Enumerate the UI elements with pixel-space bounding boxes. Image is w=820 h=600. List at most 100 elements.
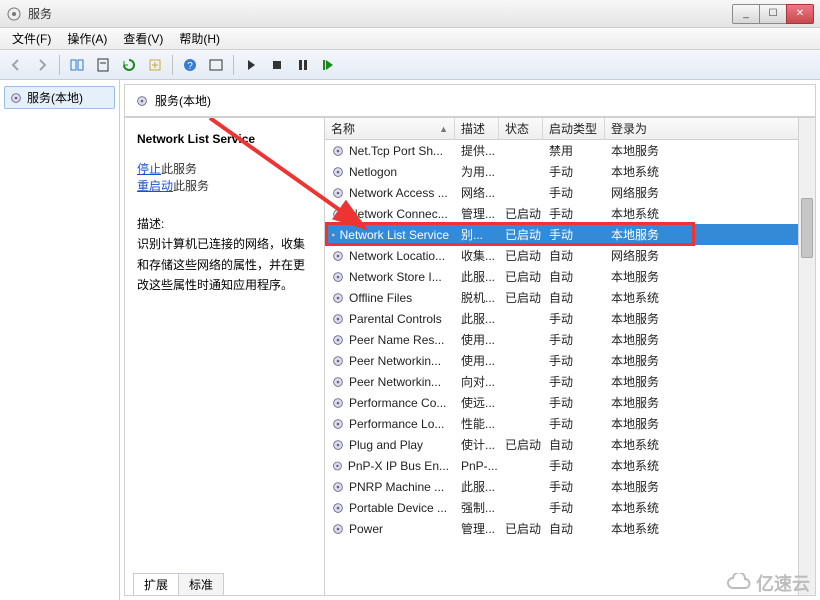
- refresh-button[interactable]: [117, 53, 141, 77]
- gear-icon: [331, 438, 345, 452]
- cell-startup: 手动: [543, 226, 605, 243]
- service-row[interactable]: Netlogon为用...手动本地系统: [325, 161, 815, 182]
- tree-node-services-local[interactable]: 服务(本地): [4, 86, 115, 109]
- back-button[interactable]: [4, 53, 28, 77]
- service-row[interactable]: Portable Device ...强制...手动本地系统: [325, 497, 815, 518]
- props2-button[interactable]: [204, 53, 228, 77]
- col-desc[interactable]: 描述: [455, 118, 499, 139]
- service-row[interactable]: Network Store I...此服...已启动自动本地服务: [325, 266, 815, 287]
- restart-service-button[interactable]: [317, 53, 341, 77]
- gear-icon: [331, 459, 344, 473]
- gear-icon: [331, 375, 345, 389]
- service-row[interactable]: Performance Lo...性能...手动本地服务: [325, 413, 815, 434]
- gear-icon: [331, 144, 345, 158]
- column-headers[interactable]: 名称▲ 描述 状态 启动类型 登录为: [325, 118, 815, 140]
- menu-action[interactable]: 操作(A): [59, 28, 115, 49]
- pause-service-button[interactable]: [291, 53, 315, 77]
- main-splitter: 服务(本地) 服务(本地) Network List Service 停止此服务…: [0, 80, 820, 600]
- export-button[interactable]: [143, 53, 167, 77]
- col-logon[interactable]: 登录为: [605, 118, 815, 139]
- cell-name: Portable Device ...: [325, 501, 455, 515]
- cell-desc: 此服...: [455, 268, 499, 285]
- cell-desc: 向对...: [455, 373, 499, 390]
- menu-file[interactable]: 文件(F): [4, 28, 59, 49]
- cell-name: Peer Name Res...: [325, 333, 455, 347]
- cell-name: Netlogon: [325, 165, 455, 179]
- title-bar: 服务 _ ☐ ✕: [0, 0, 820, 28]
- minimize-button[interactable]: _: [732, 4, 760, 24]
- gear-icon: [331, 228, 336, 242]
- show-hide-tree-button[interactable]: [65, 53, 89, 77]
- cell-startup: 禁用: [543, 142, 605, 159]
- service-row[interactable]: Power管理...已启动自动本地系统: [325, 518, 815, 539]
- cell-startup: 手动: [543, 394, 605, 411]
- services-list[interactable]: 名称▲ 描述 状态 启动类型 登录为 Net.Tcp Port Sh...提供.…: [325, 118, 815, 595]
- cell-desc: 管理...: [455, 520, 499, 537]
- cell-logon: 本地服务: [605, 310, 815, 327]
- restart-link[interactable]: 重启动: [137, 179, 173, 193]
- forward-button[interactable]: [30, 53, 54, 77]
- gear-icon: [331, 417, 345, 431]
- service-row[interactable]: Performance Co...使远...手动本地服务: [325, 392, 815, 413]
- service-row[interactable]: Network Connec...管理...已启动手动本地系统: [325, 203, 815, 224]
- maximize-button[interactable]: ☐: [759, 4, 787, 24]
- cell-status: 已启动: [499, 268, 543, 285]
- properties-button[interactable]: [91, 53, 115, 77]
- stop-service-button[interactable]: [265, 53, 289, 77]
- cell-logon: 本地服务: [605, 331, 815, 348]
- cell-logon: 本地服务: [605, 478, 815, 495]
- cell-name: Peer Networkin...: [325, 354, 455, 368]
- service-row[interactable]: Peer Name Res...使用...手动本地服务: [325, 329, 815, 350]
- cell-name: Network Locatio...: [325, 249, 455, 263]
- service-row[interactable]: Peer Networkin...向对...手动本地服务: [325, 371, 815, 392]
- service-row[interactable]: Network Access ...网络...手动网络服务: [325, 182, 815, 203]
- cell-name: Network Connec...: [325, 207, 455, 221]
- console-tree[interactable]: 服务(本地): [0, 80, 120, 600]
- help-button[interactable]: ?: [178, 53, 202, 77]
- cell-startup: 手动: [543, 499, 605, 516]
- col-name[interactable]: 名称▲: [325, 118, 455, 139]
- cell-logon: 本地服务: [605, 394, 815, 411]
- cell-startup: 手动: [543, 184, 605, 201]
- gear-icon: [331, 312, 345, 326]
- scrollbar-thumb[interactable]: [801, 198, 813, 258]
- tab-standard[interactable]: 标准: [178, 573, 224, 595]
- service-row[interactable]: Plug and Play使计...已启动自动本地系统: [325, 434, 815, 455]
- service-row[interactable]: Parental Controls此服...手动本地服务: [325, 308, 815, 329]
- service-row[interactable]: PnP-X IP Bus En...PnP-...手动本地系统: [325, 455, 815, 476]
- col-startup[interactable]: 启动类型: [543, 118, 605, 139]
- tab-extended[interactable]: 扩展: [133, 573, 179, 595]
- vertical-scrollbar[interactable]: [798, 118, 815, 595]
- cell-startup: 手动: [543, 331, 605, 348]
- cell-status: 已启动: [499, 436, 543, 453]
- close-button[interactable]: ✕: [786, 4, 814, 24]
- gear-icon: [9, 91, 23, 105]
- cell-logon: 本地系统: [605, 520, 815, 537]
- cell-desc: 使计...: [455, 436, 499, 453]
- cell-name: Network Store I...: [325, 270, 455, 284]
- restart-tail: 此服务: [173, 179, 209, 193]
- separator: [233, 55, 234, 75]
- start-service-button[interactable]: [239, 53, 263, 77]
- cell-desc: PnP-...: [455, 459, 499, 473]
- service-row[interactable]: Net.Tcp Port Sh...提供...禁用本地服务: [325, 140, 815, 161]
- cell-startup: 手动: [543, 310, 605, 327]
- col-status[interactable]: 状态: [499, 118, 543, 139]
- stop-link[interactable]: 停止: [137, 162, 161, 176]
- cell-desc: 使远...: [455, 394, 499, 411]
- cell-status: 已启动: [499, 247, 543, 264]
- service-row[interactable]: Peer Networkin...使用...手动本地服务: [325, 350, 815, 371]
- service-row[interactable]: PNRP Machine ...此服...手动本地服务: [325, 476, 815, 497]
- cell-desc: 网络...: [455, 184, 499, 201]
- cell-status: 已启动: [499, 520, 543, 537]
- service-row[interactable]: Offline Files脱机...已启动自动本地系统: [325, 287, 815, 308]
- service-row[interactable]: Network Locatio...收集...已启动自动网络服务: [325, 245, 815, 266]
- cell-startup: 自动: [543, 520, 605, 537]
- menu-view[interactable]: 查看(V): [115, 28, 171, 49]
- cell-logon: 本地系统: [605, 163, 815, 180]
- menu-help[interactable]: 帮助(H): [171, 28, 228, 49]
- service-row[interactable]: Network List Service别...已启动手动本地服务: [325, 224, 815, 245]
- stop-tail: 此服务: [161, 162, 197, 176]
- cell-desc: 提供...: [455, 142, 499, 159]
- content-header: 服务(本地): [124, 84, 816, 118]
